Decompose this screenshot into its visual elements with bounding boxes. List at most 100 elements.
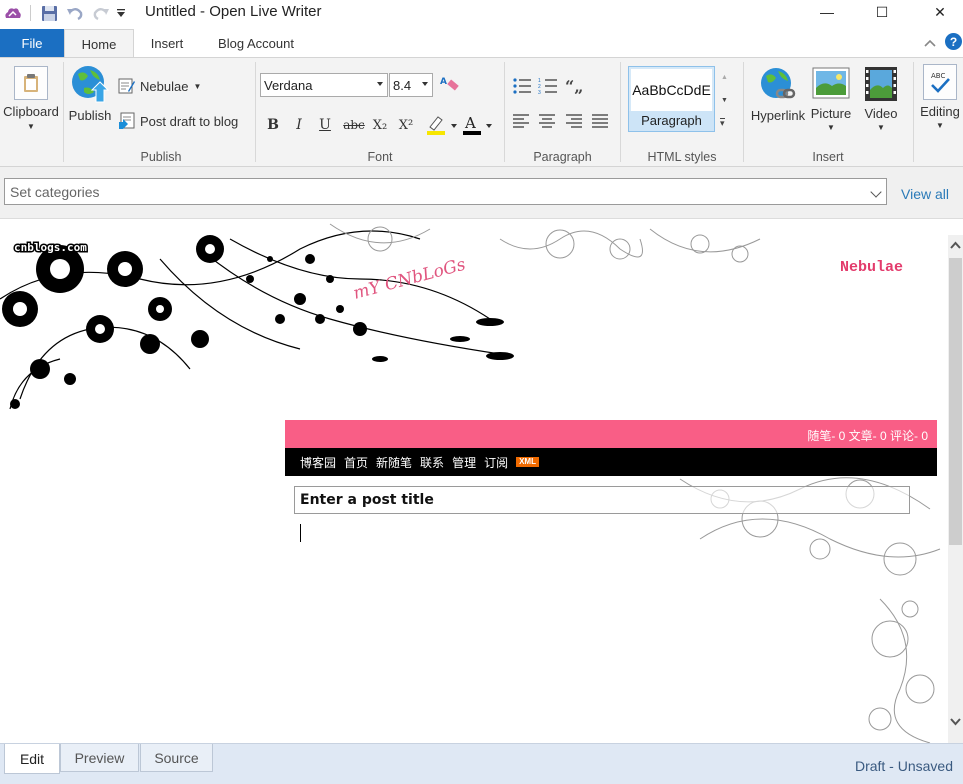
- categories-combo[interactable]: Set categories: [4, 178, 887, 205]
- post-title-field[interactable]: Enter a post title: [294, 486, 910, 514]
- collapse-ribbon-icon[interactable]: [922, 35, 938, 51]
- gallery-up-icon[interactable]: ▲: [721, 74, 728, 81]
- clipboard-label: Clipboard: [3, 104, 59, 119]
- font-name-value: Verdana: [264, 77, 313, 93]
- scrollbar-thumb[interactable]: [949, 258, 962, 545]
- align-center-icon[interactable]: [538, 113, 560, 133]
- font-size-dropdown-icon: [422, 82, 428, 86]
- underline-button[interactable]: U: [314, 114, 336, 136]
- editing-label: Editing: [920, 104, 960, 119]
- post-draft-label: Post draft to blog: [140, 113, 239, 129]
- nav-item: 联系: [420, 455, 445, 470]
- spellcheck-icon: ABC: [923, 64, 957, 100]
- maximize-button[interactable]: ☐: [859, 0, 905, 24]
- video-button[interactable]: Video ▼: [858, 66, 904, 132]
- font-color-button[interactable]: A: [461, 113, 497, 137]
- numbered-list-icon[interactable]: 123: [538, 77, 560, 97]
- close-button[interactable]: ✕: [917, 0, 963, 24]
- gallery-down-icon[interactable]: ▼: [721, 97, 728, 104]
- font-size-combo[interactable]: 8.4: [389, 73, 433, 97]
- nav-item: 博客园: [300, 455, 337, 470]
- blog-stats: 随笔- 0 文章- 0 评论- 0: [807, 429, 928, 443]
- svg-text:3: 3: [538, 90, 541, 95]
- tab-insert[interactable]: Insert: [138, 29, 196, 58]
- categories-dropdown-icon[interactable]: [870, 186, 882, 198]
- publish-globe-icon: [72, 66, 110, 103]
- editor-area[interactable]: cnblogs.com mY CNbLoGs Nebulae 随笔- 0 文章-…: [0, 219, 948, 743]
- video-label: Video: [864, 106, 898, 121]
- redo-icon[interactable]: [90, 3, 112, 23]
- gallery-more-icon[interactable]: ▾: [720, 118, 725, 128]
- svg-text:ABC: ABC: [931, 72, 945, 80]
- html-styles-group-label: HTML styles: [647, 150, 717, 164]
- blog-nav-bar: 博客园 首页 新随笔 联系 管理 订阅 XML: [285, 448, 937, 476]
- tab-home[interactable]: Home: [64, 29, 134, 58]
- clear-formatting-icon[interactable]: A: [439, 74, 461, 96]
- align-left-icon[interactable]: [512, 113, 534, 133]
- clipboard-dropdown-icon: ▼: [27, 122, 35, 131]
- clipboard-icon: [14, 66, 48, 100]
- tab-edit[interactable]: Edit: [4, 744, 60, 774]
- save-icon[interactable]: [38, 3, 60, 23]
- insert-group-label: Insert: [812, 150, 844, 164]
- subscript-button[interactable]: X₂: [369, 114, 391, 136]
- superscript-button[interactable]: X²: [395, 114, 417, 136]
- tab-file[interactable]: File: [0, 29, 64, 58]
- minimize-button[interactable]: —: [804, 0, 850, 24]
- italic-button[interactable]: I: [288, 114, 310, 136]
- scroll-up-icon[interactable]: [950, 239, 961, 250]
- picture-icon: [812, 67, 850, 99]
- status-text: Draft - Unsaved: [854, 758, 953, 774]
- video-icon: [865, 67, 897, 101]
- blog-icon: [118, 78, 135, 94]
- customize-qat-icon[interactable]: [114, 3, 128, 23]
- highlight-color-swatch: [427, 131, 445, 135]
- editing-button[interactable]: ABC Editing ▼: [917, 64, 963, 130]
- undo-icon[interactable]: [64, 3, 86, 23]
- strikethrough-button[interactable]: abc: [341, 114, 367, 136]
- categories-placeholder: Set categories: [10, 183, 100, 200]
- style-preview-text: AaBbCcDdE: [632, 82, 711, 98]
- scroll-down-icon[interactable]: [950, 715, 961, 726]
- hyperlink-label: Hyperlink: [750, 108, 806, 123]
- tab-source[interactable]: Source: [140, 744, 213, 772]
- picture-button[interactable]: Picture ▼: [808, 66, 854, 132]
- hyperlink-button[interactable]: Hyperlink: [748, 66, 808, 123]
- publish-label: Publish: [68, 108, 112, 123]
- floral-background-image: cnblogs.com mY CNbLoGs: [0, 223, 941, 743]
- tab-preview[interactable]: Preview: [60, 744, 139, 772]
- style-gallery-scroll[interactable]: ▲ ▼ ▾: [718, 66, 734, 132]
- blockquote-icon[interactable]: “„: [565, 77, 587, 97]
- svg-text:A: A: [464, 114, 476, 132]
- blog-name-label: Nebulae: [140, 78, 189, 94]
- app-logo-icon: [2, 3, 24, 23]
- categories-row: Set categories View all: [0, 167, 963, 219]
- clipboard-button[interactable]: Clipboard ▼: [2, 66, 60, 131]
- title-bar: Untitled - Open Live Writer — ☐ ✕: [0, 0, 963, 28]
- nav-item: 管理: [452, 455, 477, 470]
- tab-blog-account[interactable]: Blog Account: [202, 29, 310, 58]
- help-icon[interactable]: ?: [945, 33, 962, 50]
- align-right-icon[interactable]: [565, 113, 587, 133]
- editing-dropdown-icon: ▼: [936, 121, 944, 130]
- justify-icon[interactable]: [591, 113, 613, 133]
- style-name-label: Paragraph: [629, 111, 714, 131]
- highlight-pen-icon: [427, 116, 457, 135]
- font-color-icon: A: [463, 114, 492, 135]
- hyperlink-icon: [761, 68, 796, 99]
- bold-button[interactable]: B: [262, 114, 284, 136]
- picture-label: Picture: [810, 106, 852, 121]
- post-draft-icon: [119, 112, 135, 129]
- publish-button[interactable]: Publish: [66, 64, 114, 123]
- style-gallery-item-paragraph[interactable]: AaBbCcDdE Paragraph: [628, 66, 715, 132]
- paragraph-group-label: Paragraph: [533, 150, 592, 164]
- view-all-link[interactable]: View all: [901, 186, 949, 202]
- font-name-combo[interactable]: Verdana: [260, 73, 388, 97]
- blog-name: Nebulae: [840, 259, 904, 276]
- nav-item: 首页: [344, 455, 369, 470]
- post-draft-button[interactable]: Post draft to blog: [118, 110, 238, 132]
- xml-badge: XML: [516, 457, 539, 467]
- bullet-list-icon[interactable]: [512, 77, 534, 97]
- blog-selector[interactable]: Nebulae ▼: [118, 75, 201, 97]
- highlight-button[interactable]: [424, 113, 460, 137]
